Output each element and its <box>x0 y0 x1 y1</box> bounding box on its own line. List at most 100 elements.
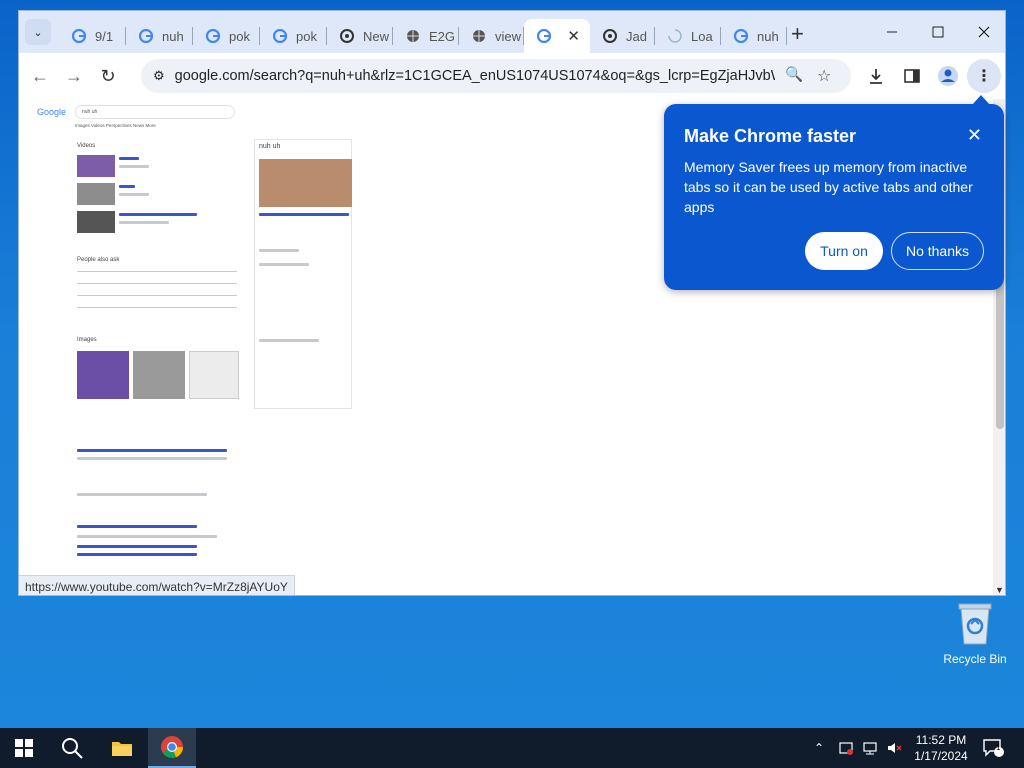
download-icon <box>870 69 882 84</box>
browser-tab[interactable]: pok <box>260 19 327 53</box>
close-promo-button[interactable]: ✕ <box>967 126 982 144</box>
minimize-icon <box>887 31 897 33</box>
images-header: Images <box>77 337 97 343</box>
network-icon <box>863 742 877 755</box>
downloads-button[interactable] <box>859 59 893 93</box>
notification-icon <box>983 739 1004 757</box>
chevron-down-icon: ⌄ <box>33 26 43 39</box>
browser-tab[interactable]: New <box>327 19 393 53</box>
google-search-tabs[interactable]: Images Videos Perspectives News More <box>75 123 156 128</box>
no-thanks-button[interactable]: No thanks <box>891 232 984 270</box>
close-window-button[interactable] <box>961 11 1005 53</box>
google-g-icon <box>536 28 552 44</box>
tab-label: New <box>363 28 390 44</box>
tab-label: pok <box>229 28 250 44</box>
scrollbar-thumb[interactable] <box>996 279 1004 429</box>
turn-on-button[interactable]: Turn on <box>805 232 883 270</box>
browser-tab[interactable]: pok <box>193 19 260 53</box>
new-tab-button[interactable]: + <box>791 21 804 47</box>
google-g-icon <box>205 28 221 44</box>
browser-tab[interactable]: nuh <box>721 19 787 53</box>
reload-button[interactable]: ↻ <box>91 59 125 93</box>
divider <box>77 295 237 296</box>
openai-icon <box>339 28 355 44</box>
search-button[interactable] <box>48 728 96 768</box>
browser-tab[interactable]: Jad <box>590 19 655 53</box>
side-panel-button[interactable] <box>895 59 929 93</box>
recycle-bin-label: Recycle Bin <box>943 652 1007 666</box>
scroll-down-arrow-icon[interactable]: ▼ <box>995 585 1004 595</box>
browser-window: ⌄ 9/1 nuh pok pok New E2G view ✕ Jad Loa nuh + ← →… <box>18 10 1006 596</box>
result-title-why[interactable] <box>77 525 197 528</box>
bookmark-star-icon[interactable]: ☆ <box>817 66 831 86</box>
globe-icon <box>471 28 487 44</box>
close-tab-icon[interactable]: ✕ <box>567 27 580 45</box>
speaker-muted-icon <box>888 743 902 753</box>
text-line <box>77 493 207 496</box>
recycle-bin[interactable]: Recycle Bin <box>940 600 1010 666</box>
google-search-box[interactable]: nuh uh <box>75 105 235 119</box>
volume-tray-icon[interactable] <box>886 728 902 768</box>
minimize-button[interactable] <box>869 11 915 53</box>
knowledge-panel-link[interactable] <box>259 213 349 216</box>
knowledge-panel-title: nuh uh <box>259 143 281 150</box>
memory-saver-promo: Make Chrome faster Memory Saver frees up… <box>664 95 1004 290</box>
profile-button[interactable] <box>931 59 965 93</box>
google-logo[interactable]: Google <box>37 107 66 117</box>
image-result[interactable] <box>189 351 239 399</box>
tab-label: 9/1 <box>95 28 114 44</box>
site-info-icon[interactable]: ⚙ <box>153 68 165 84</box>
close-icon: ✕ <box>966 125 982 145</box>
browser-tab[interactable]: 9/1 <box>59 19 126 53</box>
address-bar[interactable]: ⚙ google.com/search?q=nuh+uh&rlz=1C1GCEA… <box>141 59 851 93</box>
image-result[interactable] <box>133 351 185 399</box>
show-hidden-icons-button[interactable]: ⌃ <box>814 728 824 768</box>
browser-tab[interactable]: Loa <box>655 19 721 53</box>
video-title-line[interactable] <box>119 185 135 188</box>
knowledge-panel-video[interactable] <box>259 159 352 207</box>
video-thumbnail[interactable] <box>77 211 115 233</box>
tab-separator <box>786 27 787 45</box>
back-button[interactable]: ← <box>23 59 57 93</box>
tab-active[interactable]: ✕ <box>524 19 590 53</box>
video-thumbnail[interactable] <box>77 183 115 205</box>
close-icon <box>978 26 990 38</box>
browser-tab[interactable]: E2G <box>393 19 459 53</box>
result-link[interactable] <box>77 553 197 556</box>
tab-search-button[interactable]: ⌄ <box>25 19 51 45</box>
taskbar-clock[interactable]: 11:52 PM 1/17/2024 <box>910 732 972 764</box>
browser-toolbar: ← → ↻ ⚙ google.com/search?q=nuh+uh&rlz=1… <box>19 53 1005 99</box>
text-line <box>119 165 149 168</box>
divider <box>77 307 237 308</box>
promo-title: Make Chrome faster <box>684 126 857 146</box>
text-line <box>77 457 227 460</box>
notification-count: 1 <box>996 743 1001 752</box>
divider <box>77 271 237 272</box>
maximize-button[interactable] <box>915 11 961 53</box>
text-line <box>259 263 309 266</box>
chevron-up-icon: ⌃ <box>814 741 825 755</box>
status-bar-url: https://www.youtube.com/watch?v=MrZz8jAY… <box>19 575 295 595</box>
network-tray-icon[interactable] <box>862 728 878 768</box>
video-title-line[interactable] <box>119 157 139 160</box>
recycle-bin-icon <box>955 600 995 646</box>
security-tray-icon[interactable] <box>838 728 854 768</box>
browser-tab[interactable]: nuh <box>126 19 193 53</box>
shield-icon <box>839 742 853 755</box>
video-title-line[interactable] <box>119 213 197 216</box>
video-thumbnail[interactable] <box>77 155 115 177</box>
zoom-icon[interactable]: 🔍 <box>785 66 803 83</box>
url-text[interactable]: google.com/search?q=nuh+uh&rlz=1C1GCEA_e… <box>175 68 775 84</box>
result-title-cambridge[interactable] <box>77 449 227 452</box>
chrome-taskbar-button[interactable] <box>148 728 196 768</box>
forward-button[interactable]: → <box>57 59 91 93</box>
browser-tab[interactable]: view <box>459 19 524 53</box>
result-link[interactable] <box>77 545 197 548</box>
image-result[interactable] <box>77 351 129 399</box>
notification-center-button[interactable]: 1 <box>982 728 1004 768</box>
file-explorer-button[interactable] <box>98 728 146 768</box>
start-button[interactable] <box>0 728 48 768</box>
chrome-menu-button[interactable]: ⋮ <box>967 59 1001 93</box>
tab-label: Jad <box>626 28 647 44</box>
divider <box>77 283 237 284</box>
